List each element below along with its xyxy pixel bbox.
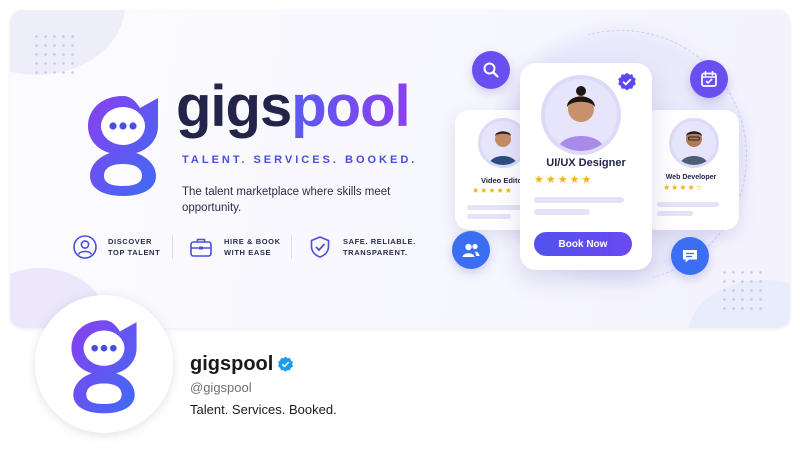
feature-label: DISCOVER TOP TALENT xyxy=(108,236,160,258)
calendar-circle xyxy=(690,60,728,98)
profile-name: gigspool xyxy=(190,353,274,375)
shield-check-icon xyxy=(310,236,330,258)
banner-description: The talent marketplace where skills meet… xyxy=(182,186,391,214)
brand-wordmark: gigspool xyxy=(176,78,411,136)
rating-stars: ★★★★★ xyxy=(472,186,513,195)
talent-role: Web Developer xyxy=(665,174,717,181)
rating-stars: ★★★★★ xyxy=(534,174,594,186)
person-avatar-icon xyxy=(680,131,708,165)
profile-handle: @gigspool xyxy=(190,380,252,395)
profile-avatar[interactable] xyxy=(35,295,173,433)
brand-wordmark-pool: pool xyxy=(291,74,410,139)
feature-discover: DISCOVER TOP TALENT xyxy=(72,234,160,260)
feature-safe: SAFE. RELIABLE. TRANSPARENT. xyxy=(307,234,416,260)
rating-stars: ★★★★☆ xyxy=(663,183,704,192)
feature-label-line: SAFE. RELIABLE. xyxy=(343,237,416,246)
avatar xyxy=(541,75,621,155)
talent-card-web-developer: Web Developer ★★★★☆ xyxy=(643,110,739,230)
book-now-button[interactable]: Book Now xyxy=(534,232,632,256)
verified-badge-icon xyxy=(618,72,636,91)
avatar xyxy=(669,118,719,168)
feature-label-line: TOP TALENT xyxy=(108,248,161,257)
person-avatar-icon xyxy=(489,131,517,165)
feature-label-line: DISCOVER xyxy=(108,237,152,246)
users-circle xyxy=(452,231,490,269)
cover-banner: gigspool TALENT. SERVICES. BOOKED. The t… xyxy=(10,10,790,328)
users-icon xyxy=(462,243,480,257)
profile-bio: Talent. Services. Booked. xyxy=(190,402,337,417)
feature-label: SAFE. RELIABLE. TRANSPARENT. xyxy=(343,236,416,258)
search-icon xyxy=(483,62,499,78)
chat-circle xyxy=(671,237,709,275)
feature-label-line: HIRE & BOOK xyxy=(224,237,281,246)
talent-role: UI/UX Designer xyxy=(546,157,626,169)
placeholder-bar xyxy=(534,197,624,203)
feature-label-line: TRANSPARENT. xyxy=(343,248,408,257)
feature-label-line: WITH EASE xyxy=(224,248,272,257)
divider xyxy=(291,235,292,259)
gigspool-logo-icon xyxy=(71,320,137,414)
person-avatar-icon xyxy=(557,86,605,151)
feature-hire: HIRE & BOOK WITH EASE xyxy=(188,234,281,260)
user-circle-icon xyxy=(73,235,97,259)
feature-label: HIRE & BOOK WITH EASE xyxy=(224,236,281,258)
brand-tagline: TALENT. SERVICES. BOOKED. xyxy=(182,154,418,166)
verified-badge-icon xyxy=(278,356,293,372)
gigspool-logo-icon xyxy=(88,96,158,196)
placeholder-bar xyxy=(534,209,590,215)
calendar-check-icon xyxy=(701,70,717,87)
briefcase-icon xyxy=(190,238,212,257)
placeholder-bar xyxy=(467,214,511,219)
divider xyxy=(172,235,173,259)
placeholder-bar xyxy=(657,211,693,216)
search-circle xyxy=(472,51,510,89)
brand-wordmark-gigs: gigs xyxy=(176,74,292,139)
dot-pattern xyxy=(32,32,76,76)
placeholder-bar xyxy=(657,202,719,207)
chat-icon xyxy=(683,250,697,263)
dot-pattern xyxy=(720,268,764,312)
